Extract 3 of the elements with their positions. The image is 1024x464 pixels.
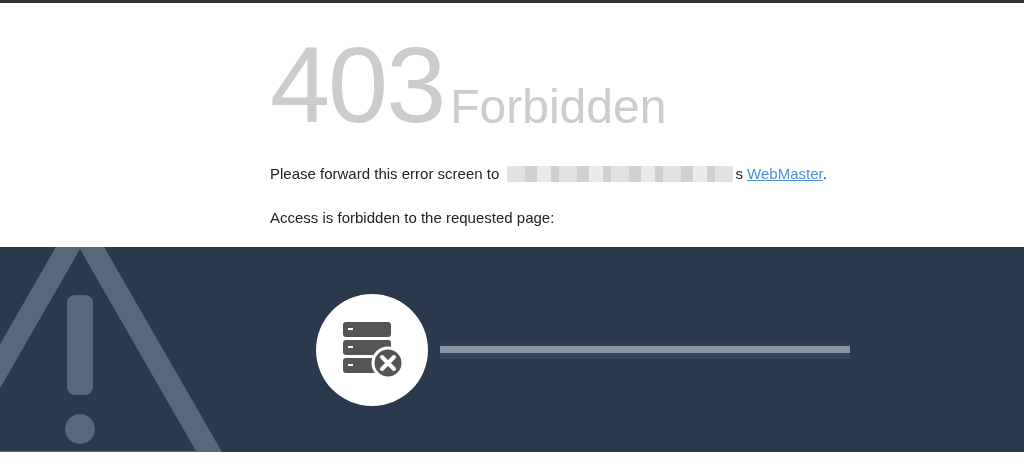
access-message: Access is forbidden to the requested page: (270, 207, 556, 228)
webmaster-link[interactable]: WebMaster (747, 165, 823, 182)
forward-message: Please forward this error screen to s WebMaster. (270, 164, 828, 184)
